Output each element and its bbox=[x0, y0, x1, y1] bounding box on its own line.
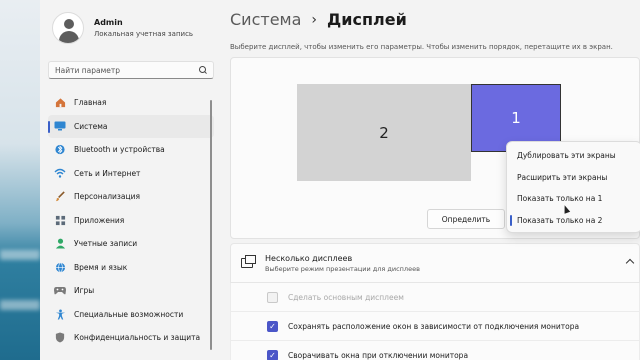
option-minimize-windows[interactable]: ✓ Сворачивать окна при отключении монито… bbox=[230, 341, 640, 360]
person-icon bbox=[54, 238, 66, 250]
option-make-main-display[interactable]: Сделать основным дисплеем bbox=[230, 283, 640, 312]
apps-icon bbox=[54, 214, 66, 226]
sidebar-item-accessibility[interactable]: Специальные возможности bbox=[48, 303, 214, 327]
brush-icon bbox=[54, 191, 66, 203]
user-profile[interactable]: Admin Локальная учетная запись bbox=[52, 12, 193, 44]
sidebar-item-label: Время и язык bbox=[74, 262, 128, 272]
shield-icon bbox=[54, 332, 66, 344]
multiple-displays-subtitle: Выберите режим презентации для дисплеев bbox=[265, 264, 420, 273]
monitor-1-label: 1 bbox=[511, 109, 521, 127]
gamepad-icon bbox=[54, 285, 66, 297]
multiple-displays-header[interactable]: Несколько дисплеев Выберите режим презен… bbox=[230, 243, 640, 283]
sidebar-item-label: Специальные возможности bbox=[74, 309, 184, 319]
sidebar-item-label: Учетные записи bbox=[74, 239, 138, 249]
option-label: Сделать основным дисплеем bbox=[288, 292, 404, 302]
sidebar-item-apps[interactable]: Приложения bbox=[48, 209, 214, 233]
menu-item-duplicate[interactable]: Дублировать эти экраны bbox=[507, 145, 640, 167]
display-mode-menu: Дублировать эти экраны Расширить эти экр… bbox=[506, 141, 640, 233]
wifi-icon bbox=[54, 167, 66, 179]
search-placeholder: Найти параметр bbox=[55, 65, 120, 75]
sidebar-item-label: Конфиденциальность и защита bbox=[74, 333, 201, 343]
chevron-up-icon[interactable] bbox=[625, 258, 635, 268]
globe-icon bbox=[54, 261, 66, 273]
sidebar-scrollbar[interactable] bbox=[210, 100, 212, 350]
sidebar-item-label: Bluetooth и устройства bbox=[74, 145, 165, 155]
settings-window: Admin Локальная учетная запись Найти пар… bbox=[40, 0, 640, 360]
minimize-windows-checkbox[interactable]: ✓ bbox=[267, 349, 278, 360]
arrange-hint: Выберите дисплей, чтобы изменить его пар… bbox=[230, 43, 613, 51]
option-remember-window-locations[interactable]: ✓ Сохранять расположение окон в зависимо… bbox=[230, 312, 640, 341]
sidebar-item-network[interactable]: Сеть и Интернет bbox=[48, 162, 214, 186]
breadcrumb: Система › Дисплей bbox=[230, 10, 407, 29]
main-content: Система › Дисплей Выберите дисплей, чтоб… bbox=[220, 0, 640, 360]
page-title: Дисплей bbox=[327, 10, 407, 29]
accessibility-icon bbox=[54, 308, 66, 320]
desktop-background bbox=[0, 0, 40, 360]
profile-account-type: Локальная учетная запись bbox=[94, 30, 194, 38]
multiple-displays-title: Несколько дисплеев bbox=[265, 253, 353, 263]
multiple-displays-icon bbox=[241, 255, 256, 268]
profile-name: Admin bbox=[94, 18, 123, 27]
sidebar-item-label: Персонализация bbox=[74, 192, 140, 202]
sidebar-nav: Главная Система Bluetooth и устройства С… bbox=[48, 91, 214, 350]
breadcrumb-section[interactable]: Система bbox=[230, 10, 301, 29]
sidebar-item-system[interactable]: Система bbox=[48, 114, 214, 138]
remember-window-locations-checkbox[interactable]: ✓ bbox=[267, 320, 278, 332]
sidebar-item-home[interactable]: Главная bbox=[48, 91, 214, 115]
home-icon bbox=[54, 97, 66, 109]
monitor-2-label: 2 bbox=[379, 123, 389, 142]
monitor-2[interactable]: 2 bbox=[297, 84, 471, 181]
sidebar: Admin Локальная учетная запись Найти пар… bbox=[40, 0, 220, 360]
menu-item-show-only-2[interactable]: Показать только на 2 bbox=[507, 210, 640, 232]
sidebar-item-label: Система bbox=[74, 121, 108, 131]
sidebar-item-label: Сеть и Интернет bbox=[74, 168, 141, 178]
sidebar-item-label: Главная bbox=[74, 98, 107, 108]
search-input[interactable]: Найти параметр bbox=[48, 61, 214, 79]
sidebar-item-privacy[interactable]: Конфиденциальность и защита bbox=[48, 326, 214, 350]
breadcrumb-separator-icon: › bbox=[311, 11, 318, 28]
menu-item-show-only-1[interactable]: Показать только на 1 bbox=[507, 188, 640, 210]
menu-item-extend[interactable]: Расширить эти экраны bbox=[507, 167, 640, 189]
option-label: Сворачивать окна при отключении монитора bbox=[288, 350, 469, 360]
sidebar-item-label: Игры bbox=[74, 286, 95, 296]
avatar bbox=[52, 12, 84, 44]
sidebar-item-personalization[interactable]: Персонализация bbox=[48, 185, 214, 209]
make-main-display-checkbox[interactable] bbox=[267, 291, 278, 303]
bluetooth-icon bbox=[54, 144, 66, 156]
system-icon bbox=[54, 120, 66, 132]
sidebar-item-time-language[interactable]: Время и язык bbox=[48, 256, 214, 280]
sidebar-item-gaming[interactable]: Игры bbox=[48, 279, 214, 303]
search-icon[interactable] bbox=[199, 66, 207, 74]
identify-button[interactable]: Определить bbox=[427, 209, 505, 229]
sidebar-item-accounts[interactable]: Учетные записи bbox=[48, 232, 214, 256]
sidebar-item-bluetooth[interactable]: Bluetooth и устройства bbox=[48, 138, 214, 162]
sidebar-item-label: Приложения bbox=[74, 215, 125, 225]
option-label: Сохранять расположение окон в зависимост… bbox=[288, 321, 580, 331]
